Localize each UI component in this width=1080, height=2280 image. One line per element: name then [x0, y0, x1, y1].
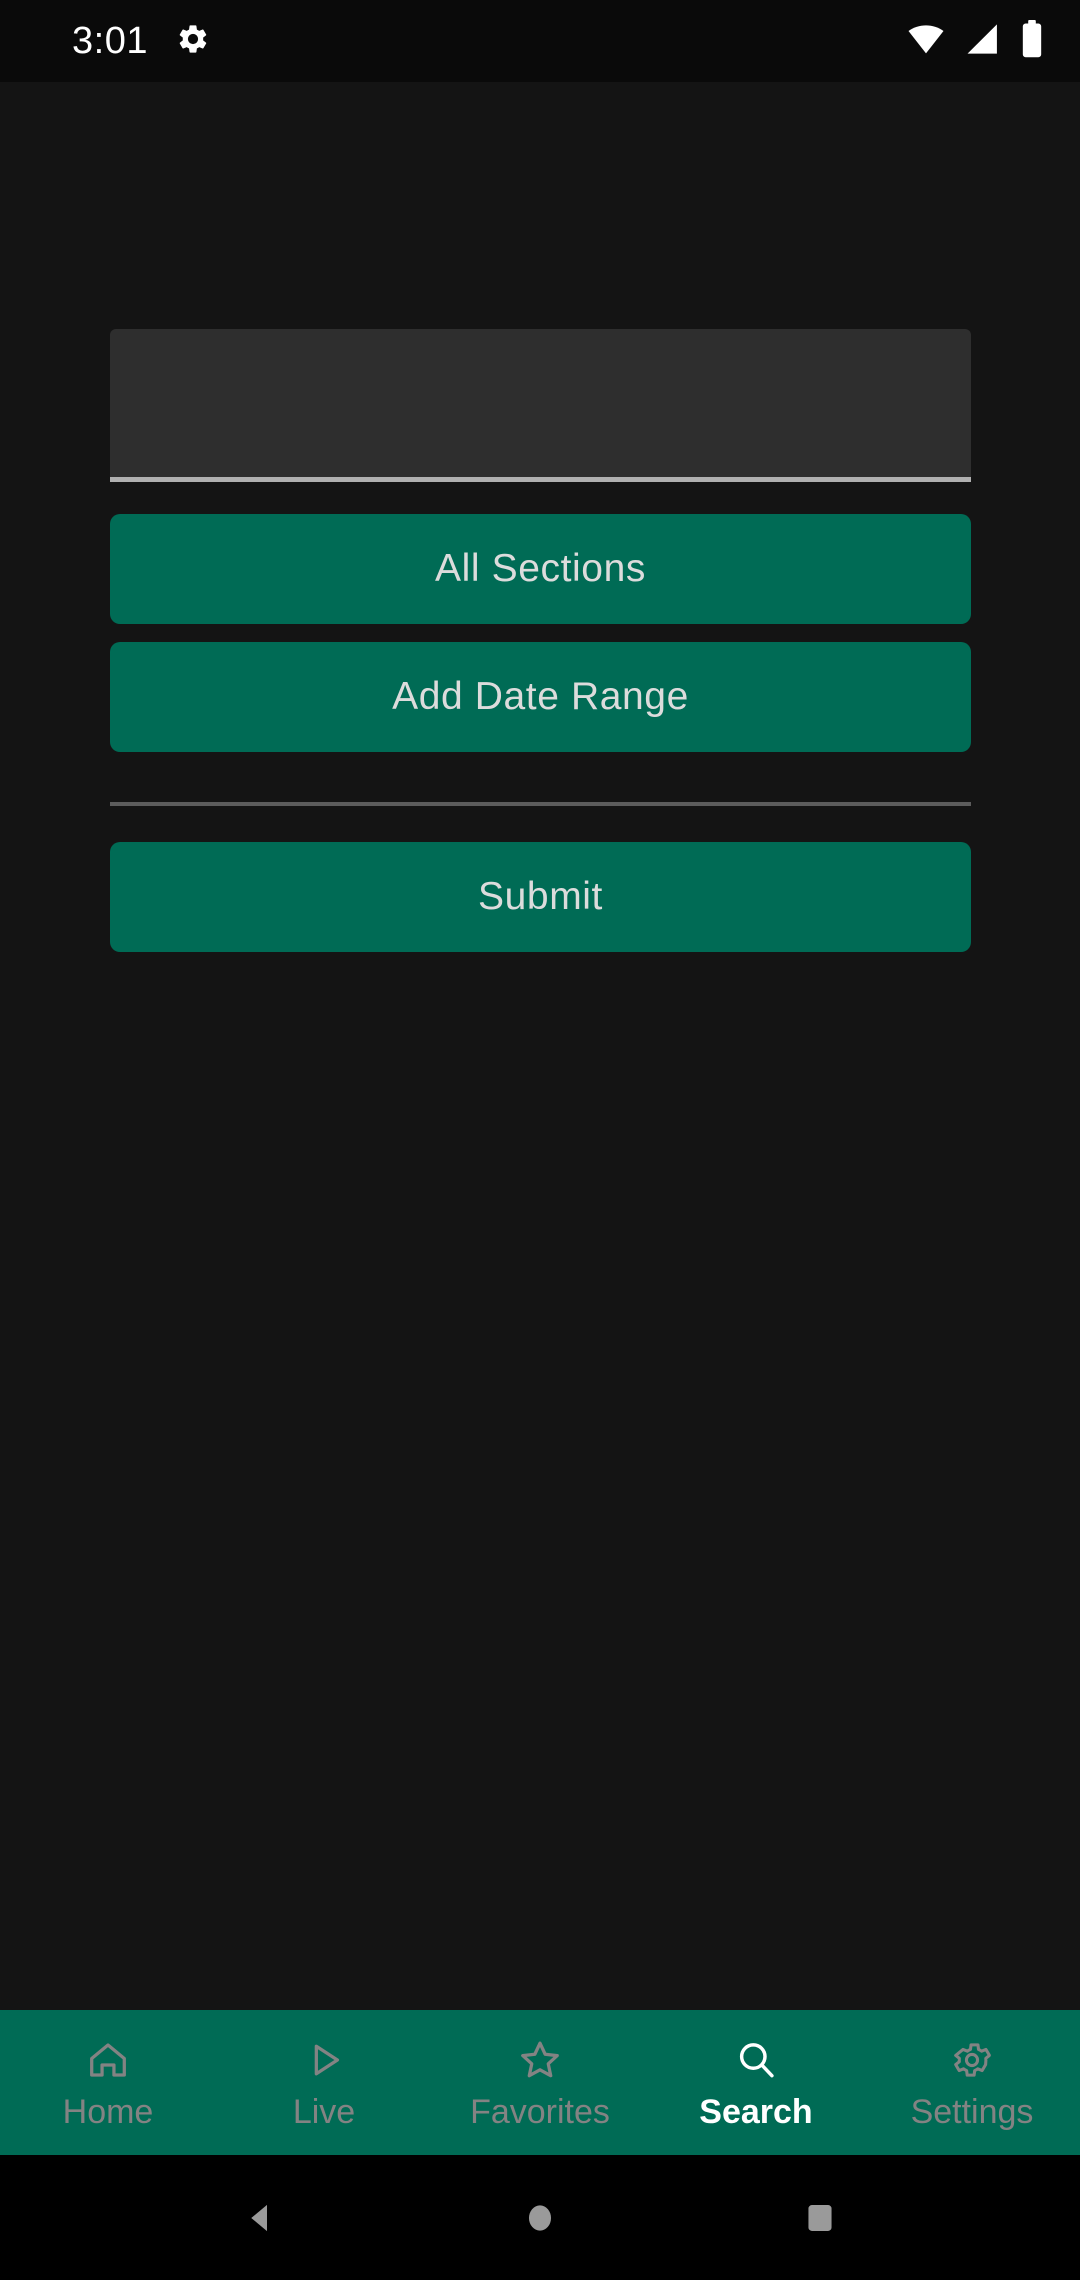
tab-home-label: Home	[62, 2092, 154, 2131]
home-icon	[85, 2037, 131, 2083]
wifi-icon	[906, 22, 946, 61]
home-circle-icon[interactable]	[480, 2155, 600, 2280]
status-bar-right	[906, 19, 1044, 63]
tab-favorites-label: Favorites	[470, 2092, 610, 2131]
tab-settings-label: Settings	[910, 2092, 1034, 2131]
star-icon	[517, 2037, 563, 2083]
tab-settings[interactable]: Settings	[864, 2010, 1080, 2155]
status-bar-clock: 3:01	[72, 20, 148, 62]
tab-search[interactable]: Search	[648, 2010, 864, 2155]
tab-live-label: Live	[292, 2092, 356, 2131]
gear-icon	[949, 2037, 995, 2083]
tab-search-label: Search	[699, 2092, 813, 2131]
tab-favorites[interactable]: Favorites	[432, 2010, 648, 2155]
all-sections-button[interactable]: All Sections	[110, 514, 971, 624]
cellular-signal-icon	[964, 22, 1002, 61]
status-bar-left: 3:01	[72, 22, 210, 61]
search-form: All Sections Add Date Range Submit	[110, 329, 971, 952]
play-icon	[301, 2037, 347, 2083]
battery-full-icon	[1020, 19, 1044, 63]
search-input[interactable]	[110, 329, 971, 477]
search-icon	[733, 2037, 779, 2083]
phone-screen: 3:01 All Sections Add Date Range Submit …	[0, 0, 1080, 2280]
android-navigation-bar	[0, 2155, 1080, 2280]
submit-button[interactable]: Submit	[110, 842, 971, 952]
settings-gear-icon	[176, 22, 210, 61]
recents-square-icon[interactable]	[760, 2155, 880, 2280]
bottom-tab-bar: Home Live Favorites Search Settings	[0, 2010, 1080, 2155]
search-field-underline	[110, 477, 971, 482]
tab-home[interactable]: Home	[0, 2010, 216, 2155]
search-query-field[interactable]	[110, 329, 971, 477]
status-bar: 3:01	[0, 0, 1080, 82]
back-triangle-icon[interactable]	[200, 2155, 320, 2280]
tab-live[interactable]: Live	[216, 2010, 432, 2155]
form-divider	[110, 802, 971, 806]
search-screen-body: All Sections Add Date Range Submit	[0, 82, 1080, 2010]
add-date-range-button[interactable]: Add Date Range	[110, 642, 971, 752]
